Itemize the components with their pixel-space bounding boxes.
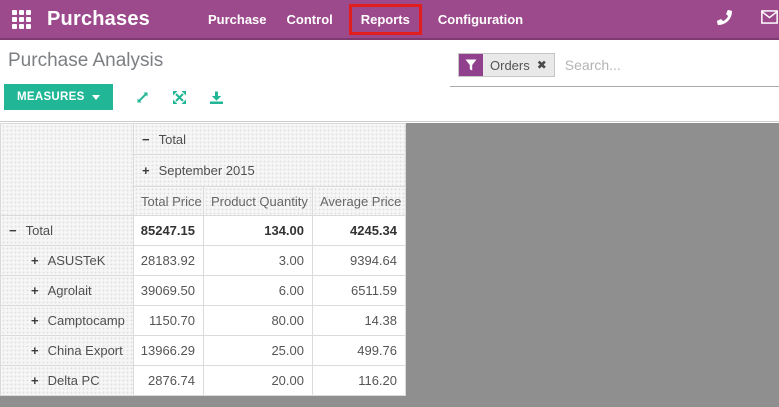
expand-icon[interactable]: + [31,313,39,328]
search-view: Orders ✖ [450,44,779,87]
menu-purchase[interactable]: Purchase [198,4,277,35]
cell-average-price: 116.20 [313,366,406,396]
chevron-down-icon [92,95,100,100]
search-facet-orders: Orders ✖ [458,53,555,77]
cell-total-price: 13966.29 [134,336,204,366]
control-panel: Purchase Analysis Orders ✖ MEASURES [0,40,779,122]
row-label: Delta PC [48,373,100,388]
table-row: + Agrolait 39069.50 6.00 6511.59 [1,276,406,306]
row-label: China Export [48,343,123,358]
row-header-asustek[interactable]: + ASUSTeK [1,246,134,276]
facet-remove-icon[interactable]: ✖ [537,59,547,71]
filter-funnel-icon [459,54,483,76]
table-row: + Camptocamp 1150.70 80.00 14.38 [1,306,406,336]
table-row: + ASUSTeK 28183.92 3.00 9394.64 [1,246,406,276]
menu-control[interactable]: Control [277,4,343,35]
cell-total-price: 28183.92 [134,246,204,276]
expand-icon[interactable]: + [31,283,39,298]
row-label: Agrolait [48,283,92,298]
expand-icon[interactable]: + [31,343,39,358]
row-label: Total [26,223,53,238]
cell-average-price: 499.76 [313,336,406,366]
topbar-right-icons [691,10,769,28]
measure-header-product-quantity[interactable]: Product Quantity [204,187,313,216]
row-label: ASUSTeK [48,253,106,268]
cell-product-quantity: 3.00 [204,246,313,276]
cell-product-quantity: 25.00 [204,336,313,366]
page-title: Purchase Analysis [8,50,163,72]
collapse-icon[interactable]: − [9,223,17,238]
cell-total-price: 85247.15 [134,216,204,246]
cell-average-price: 9394.64 [313,246,406,276]
pivot-corner-cell [1,124,134,216]
phone-icon[interactable] [717,10,735,28]
row-header-agrolait[interactable]: + Agrolait [1,276,134,306]
cell-total-price: 1150.70 [134,306,204,336]
cell-product-quantity: 20.00 [204,366,313,396]
main-menu: Purchase Control Reports Configuration [198,4,533,35]
table-row: −Total 85247.15 134.00 4245.34 [1,216,406,246]
apps-grid-icon[interactable] [12,10,31,29]
measures-button[interactable]: MEASURES [4,84,113,110]
facet-label: Orders [490,58,530,73]
collapse-icon[interactable]: − [142,132,150,147]
envelope-icon[interactable] [761,10,779,28]
row-header-china-export[interactable]: + China Export [1,336,134,366]
row-header-camptocamp[interactable]: + Camptocamp [1,306,134,336]
download-icon[interactable] [209,90,224,105]
cell-product-quantity: 134.00 [204,216,313,246]
menu-reports annotation-highlight[interactable]: Reports [349,4,422,35]
expand-icon[interactable]: + [31,253,39,268]
cell-product-quantity: 6.00 [204,276,313,306]
pivot-table: −Total +September 2015 Total Price Produ… [0,123,406,396]
table-row: + China Export 13966.29 25.00 499.76 [1,336,406,366]
top-navbar: Purchases Purchase Control Reports Confi… [0,0,779,40]
col-header-september-2015[interactable]: + September 2015 [134,155,406,187]
col-header-month-label: September 2015 [159,163,255,178]
row-header-total[interactable]: −Total [1,216,134,246]
row-header-delta-pc[interactable]: + Delta PC [1,366,134,396]
pivot-toolbar: MEASURES [4,84,224,110]
cell-average-price: 14.38 [313,306,406,336]
cell-average-price: 6511.59 [313,276,406,306]
cell-product-quantity: 80.00 [204,306,313,336]
expand-all-icon[interactable] [172,90,187,105]
cell-total-price: 2876.74 [134,366,204,396]
menu-configuration[interactable]: Configuration [428,4,533,35]
facet-body: Orders ✖ [483,54,554,76]
measure-header-total-price[interactable]: Total Price [134,187,204,216]
table-row: + Delta PC 2876.74 20.00 116.20 [1,366,406,396]
search-input[interactable] [555,57,779,73]
app-title: Purchases [47,8,150,31]
col-header-total[interactable]: −Total [134,124,406,155]
cell-average-price: 4245.34 [313,216,406,246]
measures-button-label: MEASURES [17,91,85,103]
content-canvas: −Total +September 2015 Total Price Produ… [0,123,779,407]
row-label: Camptocamp [48,313,125,328]
cell-total-price: 39069.50 [134,276,204,306]
expand-icon[interactable]: + [31,373,39,388]
expand-icon[interactable]: + [142,163,150,178]
flip-axis-icon[interactable] [135,90,150,105]
col-header-total-label: Total [159,132,186,147]
measure-header-average-price[interactable]: Average Price [313,187,406,216]
